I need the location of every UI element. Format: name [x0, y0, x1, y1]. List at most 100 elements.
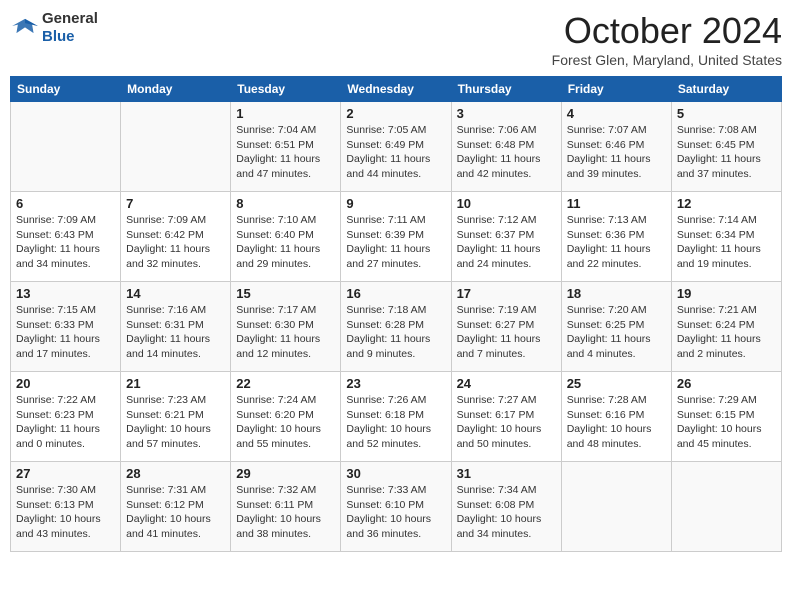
day-info: Sunrise: 7:16 AMSunset: 6:31 PMDaylight:…	[126, 303, 225, 362]
month-title: October 2024	[552, 10, 782, 52]
day-info: Sunrise: 7:23 AMSunset: 6:21 PMDaylight:…	[126, 393, 225, 452]
calendar-cell	[121, 102, 231, 192]
col-wednesday: Wednesday	[341, 77, 451, 102]
page-header: General Blue October 2024 Forest Glen, M…	[10, 10, 782, 68]
location-text: Forest Glen, Maryland, United States	[552, 52, 782, 68]
calendar-cell: 28Sunrise: 7:31 AMSunset: 6:12 PMDayligh…	[121, 462, 231, 552]
day-info: Sunrise: 7:11 AMSunset: 6:39 PMDaylight:…	[346, 213, 445, 272]
calendar-cell: 30Sunrise: 7:33 AMSunset: 6:10 PMDayligh…	[341, 462, 451, 552]
calendar-cell: 25Sunrise: 7:28 AMSunset: 6:16 PMDayligh…	[561, 372, 671, 462]
calendar-cell: 17Sunrise: 7:19 AMSunset: 6:27 PMDayligh…	[451, 282, 561, 372]
day-number: 18	[567, 286, 666, 301]
day-info: Sunrise: 7:18 AMSunset: 6:28 PMDaylight:…	[346, 303, 445, 362]
col-thursday: Thursday	[451, 77, 561, 102]
day-info: Sunrise: 7:24 AMSunset: 6:20 PMDaylight:…	[236, 393, 335, 452]
day-info: Sunrise: 7:32 AMSunset: 6:11 PMDaylight:…	[236, 483, 335, 542]
day-info: Sunrise: 7:10 AMSunset: 6:40 PMDaylight:…	[236, 213, 335, 272]
day-info: Sunrise: 7:30 AMSunset: 6:13 PMDaylight:…	[16, 483, 115, 542]
day-number: 19	[677, 286, 776, 301]
day-number: 26	[677, 376, 776, 391]
day-info: Sunrise: 7:13 AMSunset: 6:36 PMDaylight:…	[567, 213, 666, 272]
day-number: 13	[16, 286, 115, 301]
day-info: Sunrise: 7:05 AMSunset: 6:49 PMDaylight:…	[346, 123, 445, 182]
day-info: Sunrise: 7:08 AMSunset: 6:45 PMDaylight:…	[677, 123, 776, 182]
day-info: Sunrise: 7:12 AMSunset: 6:37 PMDaylight:…	[457, 213, 556, 272]
day-info: Sunrise: 7:07 AMSunset: 6:46 PMDaylight:…	[567, 123, 666, 182]
calendar-cell	[561, 462, 671, 552]
day-number: 16	[346, 286, 445, 301]
calendar-week-row: 1Sunrise: 7:04 AMSunset: 6:51 PMDaylight…	[11, 102, 782, 192]
calendar-cell: 3 Sunrise: 7:06 AMSunset: 6:48 PMDaylight…	[451, 102, 561, 192]
calendar-cell: 18 Sunrise: 7:20 AMSunset: 6:25 PMDayligh…	[561, 282, 671, 372]
day-info: Sunrise: 7:21 AMSunset: 6:24 PMDaylight:…	[677, 303, 776, 362]
day-number: 20	[16, 376, 115, 391]
calendar-cell: 13 Sunrise: 7:15 AMSunset: 6:33 PMDayligh…	[11, 282, 121, 372]
calendar-cell: 10 Sunrise: 7:12 AMSunset: 6:37 PMDayligh…	[451, 192, 561, 282]
day-number: 4	[567, 106, 666, 121]
day-number: 6	[16, 196, 115, 211]
calendar-cell: 26Sunrise: 7:29 AMSunset: 6:15 PMDayligh…	[671, 372, 781, 462]
day-number: 29	[236, 466, 335, 481]
day-number: 23	[346, 376, 445, 391]
calendar-cell: 24 Sunrise: 7:27 AMSunset: 6:17 PMDayligh…	[451, 372, 561, 462]
calendar-cell: 21 Sunrise: 7:23 AMSunset: 6:21 PMDayligh…	[121, 372, 231, 462]
calendar-cell: 9 Sunrise: 7:11 AMSunset: 6:39 PMDaylight…	[341, 192, 451, 282]
day-info: Sunrise: 7:17 AMSunset: 6:30 PMDaylight:…	[236, 303, 335, 362]
calendar-cell: 22 Sunrise: 7:24 AMSunset: 6:20 PMDayligh…	[231, 372, 341, 462]
calendar-week-row: 27 Sunrise: 7:30 AMSunset: 6:13 PMDayligh…	[11, 462, 782, 552]
day-number: 3	[457, 106, 556, 121]
day-number: 21	[126, 376, 225, 391]
day-info: Sunrise: 7:09 AMSunset: 6:42 PMDaylight:…	[126, 213, 225, 272]
day-number: 5	[677, 106, 776, 121]
calendar-cell: 14 Sunrise: 7:16 AMSunset: 6:31 PMDayligh…	[121, 282, 231, 372]
day-number: 27	[16, 466, 115, 481]
header-row: Sunday Monday Tuesday Wednesday Thursday…	[11, 77, 782, 102]
logo-text: General Blue	[42, 10, 98, 46]
calendar-cell: 8Sunrise: 7:10 AMSunset: 6:40 PMDaylight…	[231, 192, 341, 282]
calendar-week-row: 13 Sunrise: 7:15 AMSunset: 6:33 PMDayligh…	[11, 282, 782, 372]
day-info: Sunrise: 7:09 AMSunset: 6:43 PMDaylight:…	[16, 213, 115, 272]
calendar-week-row: 6 Sunrise: 7:09 AMSunset: 6:43 PMDaylight…	[11, 192, 782, 282]
day-info: Sunrise: 7:28 AMSunset: 6:16 PMDaylight:…	[567, 393, 666, 452]
day-info: Sunrise: 7:04 AMSunset: 6:51 PMDaylight:…	[236, 123, 335, 182]
day-number: 12	[677, 196, 776, 211]
day-number: 10	[457, 196, 556, 211]
day-number: 9	[346, 196, 445, 211]
day-number: 2	[346, 106, 445, 121]
calendar-cell: 15 Sunrise: 7:17 AMSunset: 6:30 PMDayligh…	[231, 282, 341, 372]
calendar-cell	[11, 102, 121, 192]
col-tuesday: Tuesday	[231, 77, 341, 102]
calendar-header: Sunday Monday Tuesday Wednesday Thursday…	[11, 77, 782, 102]
day-info: Sunrise: 7:19 AMSunset: 6:27 PMDaylight:…	[457, 303, 556, 362]
day-number: 15	[236, 286, 335, 301]
calendar-cell: 27 Sunrise: 7:30 AMSunset: 6:13 PMDayligh…	[11, 462, 121, 552]
calendar-body: 1Sunrise: 7:04 AMSunset: 6:51 PMDaylight…	[11, 102, 782, 552]
calendar-cell: 7 Sunrise: 7:09 AMSunset: 6:42 PMDaylight…	[121, 192, 231, 282]
calendar-cell: 4 Sunrise: 7:07 AMSunset: 6:46 PMDaylight…	[561, 102, 671, 192]
calendar-cell	[671, 462, 781, 552]
calendar-cell: 29 Sunrise: 7:32 AMSunset: 6:11 PMDayligh…	[231, 462, 341, 552]
day-info: Sunrise: 7:20 AMSunset: 6:25 PMDaylight:…	[567, 303, 666, 362]
day-info: Sunrise: 7:34 AMSunset: 6:08 PMDaylight:…	[457, 483, 556, 542]
day-info: Sunrise: 7:33 AMSunset: 6:10 PMDaylight:…	[346, 483, 445, 542]
day-number: 14	[126, 286, 225, 301]
day-info: Sunrise: 7:27 AMSunset: 6:17 PMDaylight:…	[457, 393, 556, 452]
calendar-cell: 5 Sunrise: 7:08 AMSunset: 6:45 PMDaylight…	[671, 102, 781, 192]
calendar-cell: 2 Sunrise: 7:05 AMSunset: 6:49 PMDaylight…	[341, 102, 451, 192]
calendar-cell: 23 Sunrise: 7:26 AMSunset: 6:18 PMDayligh…	[341, 372, 451, 462]
day-info: Sunrise: 7:06 AMSunset: 6:48 PMDaylight:…	[457, 123, 556, 182]
day-number: 24	[457, 376, 556, 391]
day-number: 22	[236, 376, 335, 391]
day-info: Sunrise: 7:22 AMSunset: 6:23 PMDaylight:…	[16, 393, 115, 452]
day-number: 11	[567, 196, 666, 211]
calendar-cell: 12Sunrise: 7:14 AMSunset: 6:34 PMDayligh…	[671, 192, 781, 282]
col-sunday: Sunday	[11, 77, 121, 102]
calendar-table: Sunday Monday Tuesday Wednesday Thursday…	[10, 76, 782, 552]
calendar-cell: 6 Sunrise: 7:09 AMSunset: 6:43 PMDaylight…	[11, 192, 121, 282]
calendar-cell: 16 Sunrise: 7:18 AMSunset: 6:28 PMDayligh…	[341, 282, 451, 372]
day-number: 28	[126, 466, 225, 481]
day-number: 7	[126, 196, 225, 211]
day-info: Sunrise: 7:15 AMSunset: 6:33 PMDaylight:…	[16, 303, 115, 362]
day-number: 31	[457, 466, 556, 481]
day-info: Sunrise: 7:26 AMSunset: 6:18 PMDaylight:…	[346, 393, 445, 452]
